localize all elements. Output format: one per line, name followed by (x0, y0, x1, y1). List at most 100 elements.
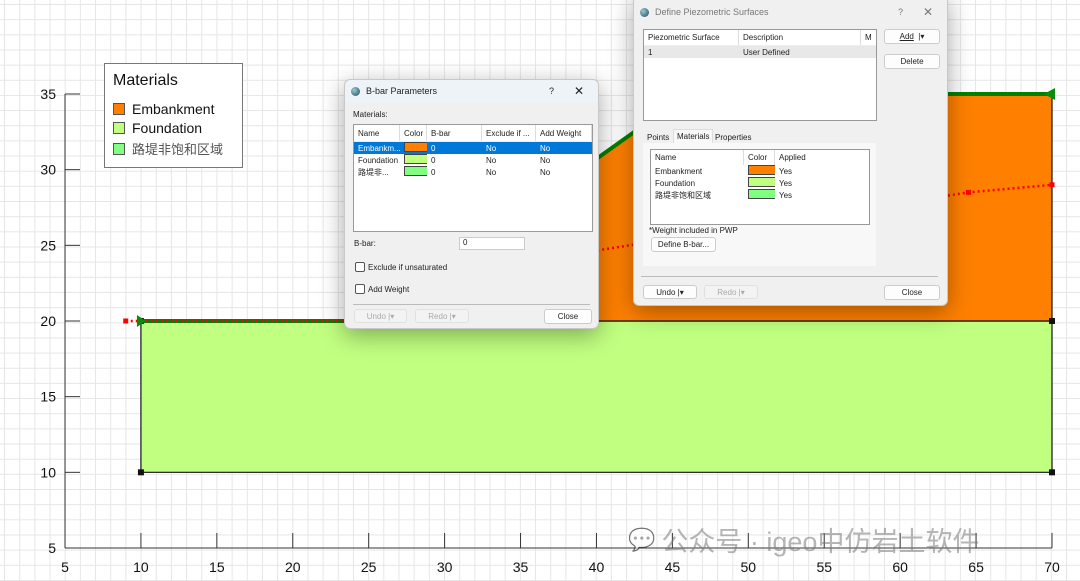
exclude-unsaturated-checkbox[interactable]: Exclude if unsaturated (355, 262, 447, 272)
checkbox-label: Add Weight (368, 284, 410, 294)
x-tick-label: 40 (589, 559, 605, 575)
x-tick-label: 10 (133, 559, 149, 575)
redo-button[interactable]: Redo |▾ (704, 285, 758, 299)
materials-legend: Materials Embankment Foundation 路堤非饱和区域 (104, 63, 243, 168)
cell-bbar: 0 (431, 143, 436, 153)
table-row[interactable]: Foundation Yes (651, 177, 869, 189)
bbar-input[interactable]: 0 (459, 237, 525, 250)
help-button[interactable]: ? (549, 86, 554, 96)
color-swatch (748, 165, 775, 175)
x-tick-label: 35 (513, 559, 529, 575)
y-tick-label: 35 (40, 86, 56, 102)
close-icon[interactable]: ✕ (923, 5, 933, 19)
button-label: Redo (428, 311, 448, 321)
table-row[interactable]: 路堤非饱和区域 Yes (651, 189, 869, 201)
x-tick-label: 25 (361, 559, 377, 575)
color-swatch (404, 154, 427, 164)
bbar-label: B-bar: (354, 239, 376, 248)
cell-color (744, 165, 775, 177)
table-row[interactable]: Foundation 0 No No (354, 154, 592, 166)
cell-weight: No (540, 143, 551, 153)
help-button[interactable]: ? (898, 7, 903, 17)
legend-label: Embankment (132, 101, 215, 117)
table-row[interactable]: Embankm... 0 No No (354, 142, 592, 154)
undo-button[interactable]: Undo |▾ (643, 285, 697, 299)
cell-color (400, 154, 427, 166)
water-table-point (965, 189, 971, 195)
button-label: Redo (717, 287, 737, 297)
col-header[interactable]: Name (651, 150, 744, 165)
applied-materials-table[interactable]: Name Color Applied Embankment Yes Foundation… (650, 149, 870, 225)
y-tick-label: 25 (40, 237, 56, 253)
col-header[interactable]: Add Weight (536, 125, 592, 141)
legend-label: 路堤非饱和区域 (132, 143, 224, 158)
legend-item: Embankment (113, 101, 214, 117)
piezo-surface-table[interactable]: Piezometric Surface Description M 1 User De… (643, 29, 877, 121)
cell-bbar: 0 (431, 167, 436, 177)
color-swatch (404, 142, 427, 152)
col-header[interactable]: Exclude if ... (482, 125, 536, 141)
dialog-title: Define Piezometric Surfaces (655, 7, 769, 17)
x-tick-label: 65 (968, 559, 984, 575)
add-button[interactable]: Add |▾ (884, 29, 940, 44)
legend-item: Foundation (113, 120, 202, 136)
table-row[interactable]: Embankment Yes (651, 165, 869, 177)
cell: User Defined (743, 47, 790, 57)
col-header[interactable]: M (861, 30, 875, 45)
cell-exclude: No (486, 155, 497, 165)
table-row[interactable]: 1 User Defined (644, 46, 876, 58)
close-icon[interactable]: ✕ (574, 84, 584, 98)
add-weight-checkbox[interactable]: Add Weight (355, 284, 409, 294)
cell-name: Embankment (655, 166, 703, 176)
button-label: Add (899, 32, 914, 41)
col-header[interactable]: Name (354, 125, 400, 141)
legend-title: Materials (113, 72, 178, 89)
col-header[interactable]: Color (744, 150, 775, 165)
col-header[interactable]: Piezometric Surface (644, 30, 739, 45)
col-header[interactable]: Description (739, 30, 861, 45)
cell-bbar: 0 (431, 155, 436, 165)
x-tick-label: 60 (892, 559, 908, 575)
cell-name: 路堤非饱和区域 (655, 190, 711, 200)
col-header[interactable]: Applied (775, 150, 835, 165)
cell-color (744, 177, 775, 189)
cell-color (400, 142, 427, 154)
cell-name: 路堤非... (358, 167, 389, 177)
define-bbar-button[interactable]: Define B-bar... (651, 237, 716, 252)
cell-color (400, 166, 427, 178)
materials-table[interactable]: Name Color B-bar Exclude if ... Add Weight E… (353, 124, 593, 232)
swatch (113, 122, 125, 134)
y-tick-label: 20 (40, 313, 56, 329)
color-swatch (748, 177, 775, 187)
cell-applied: Yes (779, 178, 793, 188)
close-button[interactable]: Close (884, 285, 940, 300)
water-table-point (1049, 182, 1055, 188)
undo-button[interactable]: Undo |▾ (354, 309, 407, 323)
tab-materials[interactable]: Materials (673, 129, 714, 143)
table-row[interactable]: 路堤非... 0 No No (354, 166, 592, 178)
materials-panel: Name Color Applied Embankment Yes Foundation… (643, 143, 876, 266)
col-header[interactable]: B-bar (427, 125, 482, 141)
button-label: Undo (656, 287, 676, 297)
water-table-point (123, 318, 129, 324)
define-piezometric-surfaces-dialog: Define Piezometric Surfaces? ✕ Piezometri… (633, 0, 948, 306)
delete-button[interactable]: Delete (884, 54, 940, 69)
vertex (137, 469, 144, 476)
redo-button[interactable]: Redo |▾ (415, 309, 469, 323)
cell-name: Foundation (358, 155, 399, 165)
vertex (1049, 318, 1055, 324)
y-tick-label: 5 (48, 540, 56, 556)
y-tick-label: 30 (40, 162, 56, 178)
swatch (113, 103, 125, 115)
cell-weight: No (540, 155, 551, 165)
legend-label: Foundation (132, 120, 203, 136)
bbar-parameters-dialog: B-bar Parameters? ✕ Materials: Name Color B… (344, 79, 599, 329)
col-header[interactable]: Color (400, 125, 427, 141)
close-button[interactable]: Close (544, 309, 592, 324)
x-tick-label: 45 (665, 559, 681, 575)
watermark-text: 公众号 · igeo中仿岩土软件 (661, 527, 980, 557)
color-swatch (748, 189, 775, 199)
y-tick-label: 10 (40, 464, 56, 480)
x-tick-label: 15 (209, 559, 225, 575)
button-label: Undo (366, 311, 386, 321)
